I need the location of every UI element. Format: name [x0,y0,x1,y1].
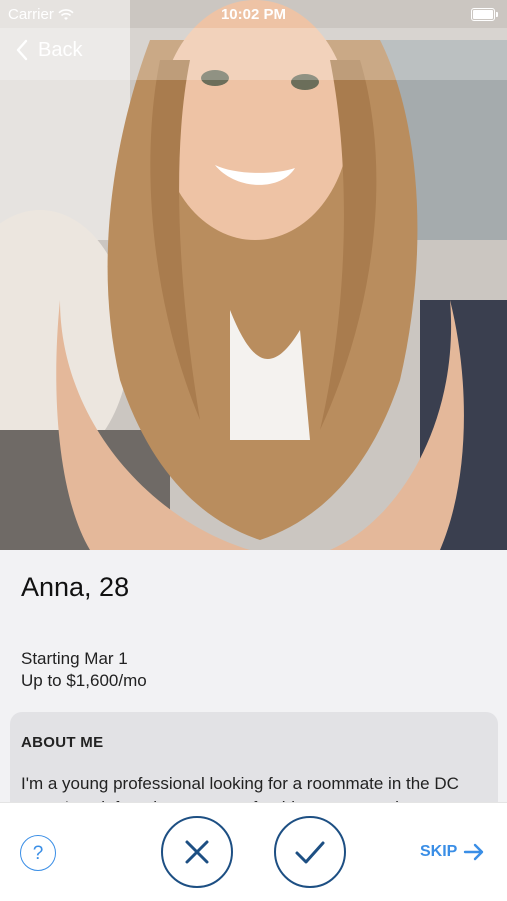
reject-button[interactable] [161,816,233,888]
profile-photo [0,0,507,550]
accept-button[interactable] [274,816,346,888]
back-button[interactable]: Back [14,38,82,62]
checkmark-icon [295,841,325,864]
close-icon [185,840,209,864]
chevron-left-icon [16,39,28,61]
about-text: I'm a young professional looking for a r… [21,774,459,802]
arrow-right-icon [464,843,484,861]
help-button[interactable]: ? [20,835,56,871]
back-label: Back [38,38,83,61]
battery-icon [471,8,498,21]
status-bar: Carrier 10:02 PM [0,0,507,28]
about-title: ABOUT ME [21,734,104,751]
skip-button[interactable]: SKIP [420,843,485,861]
profile-meta: Starting Mar 1 Up to $1,600/mo [21,648,147,692]
action-bar: ? SKIP [0,802,507,901]
profile-start-date: Starting Mar 1 [21,649,128,668]
status-time: 10:02 PM [220,6,287,23]
profile-photo-illustration [0,0,507,550]
nav-bar: Back [0,28,507,80]
skip-label: SKIP [420,843,458,860]
profile-name-age: Anna, 28 [21,572,130,602]
profile-budget: Up to $1,600/mo [21,671,147,690]
about-card: ABOUT ME I'm a young professional lookin… [10,712,498,802]
profile-details: Anna, 28 Starting Mar 1 Up to $1,600/mo … [0,550,507,802]
